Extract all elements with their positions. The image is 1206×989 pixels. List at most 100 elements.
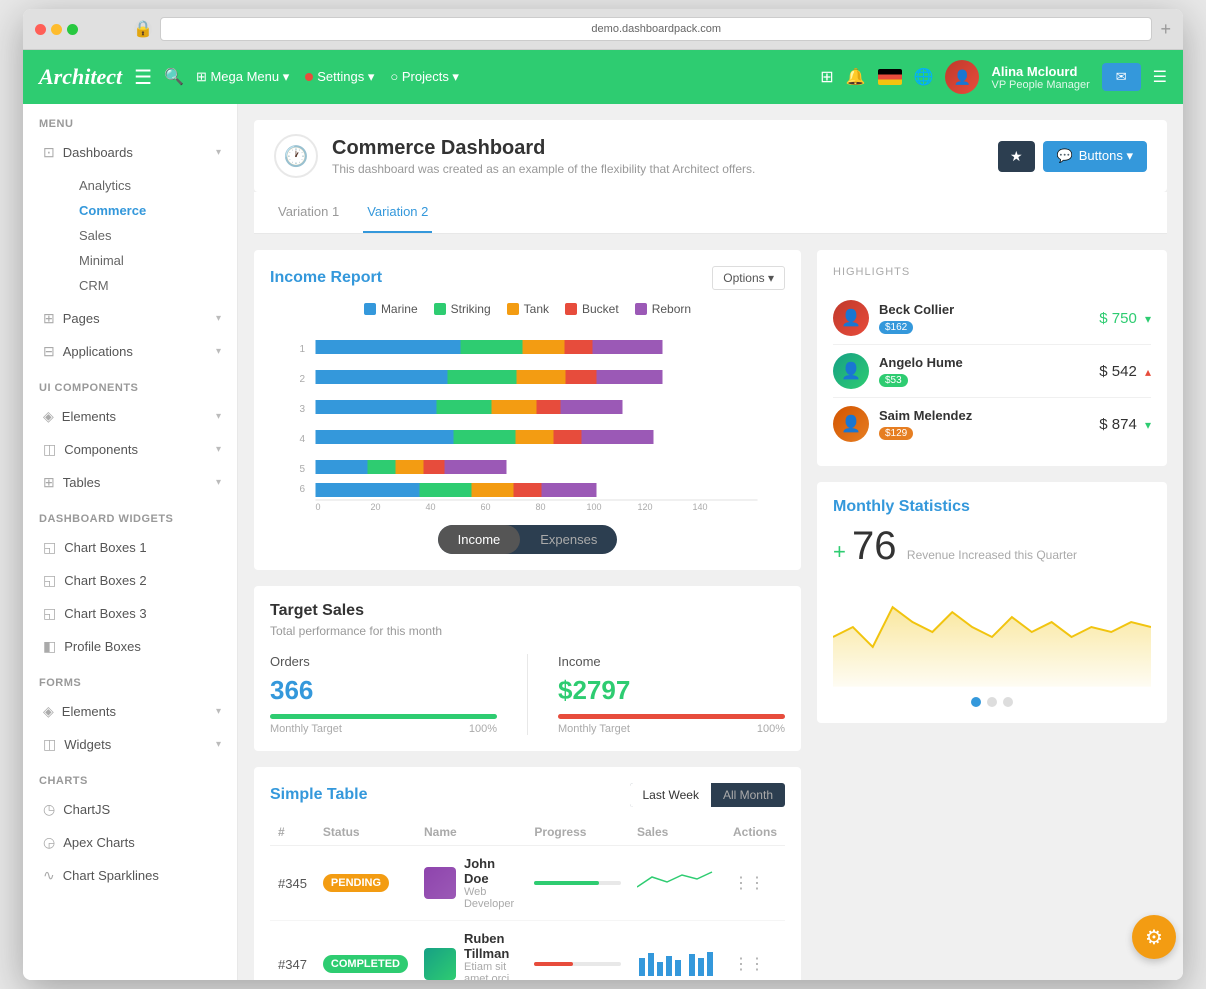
search-icon[interactable]: 🔍 [164,67,184,87]
flag-icon[interactable] [878,69,902,85]
person-role: Web Developer [464,886,518,910]
bell-icon[interactable]: 🔔 [846,67,866,87]
sidebar-item-elements[interactable]: ◈ Elements ▾ [23,400,237,433]
sidebar-item-form-elements[interactable]: ◈ Elements ▾ [23,695,237,728]
sidebar-item-profile-boxes[interactable]: ◧ Profile Boxes [23,630,237,663]
hamburger-menu[interactable]: ☰ [134,65,152,90]
beck-name: Beck Collier [879,302,954,317]
income-toggle-btn[interactable]: Income [438,525,521,554]
legend-label-marine: Marine [381,302,418,316]
monthly-stats-number-row: + 76 Revenue Increased this Quarter [833,524,1151,569]
income-label: Income [558,654,785,669]
row-actions[interactable]: ⋮⋮ [725,846,785,921]
sidebar-item-apex-charts[interactable]: ◶ Apex Charts [23,826,237,859]
analytics-sub-item[interactable]: Analytics [67,173,237,198]
beck-trend-icon: ▾ [1145,312,1151,326]
expenses-toggle-btn[interactable]: Expenses [520,525,617,554]
buttons-dropdown[interactable]: 💬 Buttons ▾ [1043,141,1147,172]
chevron-icon: ▾ [216,147,221,158]
legend-reborn: Reborn [635,302,691,316]
orders-label: Orders [270,654,497,669]
sidebar: MENU ⊡ Dashboards ▾ Analytics Commerce S… [23,104,238,980]
settings-item[interactable]: Settings ▾ [305,69,374,85]
minimal-sub-item[interactable]: Minimal [67,248,237,273]
top-nav: Architect ☰ 🔍 ⊞ Mega Menu ▾ Settings ▾ ○… [23,50,1183,104]
sidebar-item-components[interactable]: ◫ Components ▾ [23,433,237,466]
commerce-sub-item[interactable]: Commerce [67,198,237,223]
buttons-label: Buttons ▾ [1079,148,1133,164]
close-dot[interactable] [35,24,46,35]
nav-action-button[interactable]: ✉ [1102,63,1141,91]
income-value: $2797 [558,675,785,706]
sidebar-item-chart-boxes-1[interactable]: ◱ Chart Boxes 1 [23,531,237,564]
minimize-dot[interactable] [51,24,62,35]
highlights-title: HIGHLIGHTS [833,266,1151,278]
orders-progress-fill [270,714,497,719]
sidebar-item-tables[interactable]: ⊞ Tables ▾ [23,466,237,499]
person-avatar [424,867,456,899]
carousel-dot-3[interactable] [1003,697,1013,707]
sidebar-item-chart-boxes-3[interactable]: ◱ Chart Boxes 3 [23,597,237,630]
tabs-row: Variation 1 Variation 2 [254,192,1167,234]
last-week-filter[interactable]: Last Week [630,783,710,807]
new-tab-button[interactable]: + [1160,19,1171,40]
settings-alert-dot [305,73,313,81]
progress-fill [534,962,573,966]
sidebar-item-chart-boxes-2[interactable]: ◱ Chart Boxes 2 [23,564,237,597]
angelo-amount: $ 542 ▴ [1099,363,1151,380]
svg-text:60: 60 [481,502,491,510]
saim-avatar: 👤 [833,406,869,442]
nav-more-icon[interactable]: ☰ [1153,67,1167,87]
tab-variation-2[interactable]: Variation 2 [363,192,432,233]
globe-icon[interactable]: 🌐 [914,67,934,87]
sparklines-icon: ∿ [43,867,55,884]
progress-fill [534,881,599,885]
all-month-filter[interactable]: All Month [711,783,785,807]
row-sales [629,921,725,981]
tab-variation-1[interactable]: Variation 1 [274,192,343,233]
row-actions[interactable]: ⋮⋮ [725,921,785,981]
row-sales [629,846,725,921]
chart-legend: Marine Striking Tank [270,302,785,316]
col-progress: Progress [526,819,629,846]
person-cell: John Doe Web Developer [424,856,518,910]
nav-items: ⊞ Mega Menu ▾ Settings ▾ ○ Projects ▾ [196,69,808,85]
sidebar-item-dashboards[interactable]: ⊡ Dashboards ▾ [23,136,237,169]
highlights-card: HIGHLIGHTS 👤 Beck Collier $162 $ 750 ▾ [817,250,1167,466]
income-title: Income Report [270,269,382,287]
mega-menu-item[interactable]: ⊞ Mega Menu ▾ [196,69,289,85]
svg-text:3: 3 [300,404,306,415]
crm-sub-item[interactable]: CRM [67,273,237,298]
table-filter: Last Week All Month [630,783,785,807]
header-text: Commerce Dashboard This dashboard was cr… [332,137,755,176]
apex-charts-icon: ◶ [43,834,55,851]
two-col-layout: Income Report Options ▾ Marine [254,250,1167,980]
col-id: # [270,819,315,846]
row-id: #345 [270,846,315,921]
sidebar-item-widgets[interactable]: ◫ Widgets ▾ [23,728,237,761]
sidebar-item-chartjs[interactable]: ◷ ChartJS [23,793,237,826]
star-button[interactable]: ★ [998,141,1035,172]
legend-label-bucket: Bucket [582,302,619,316]
orders-monthly-target: Monthly Target [270,723,342,735]
options-button[interactable]: Options ▾ [712,266,785,290]
highlight-row-beck: 👤 Beck Collier $162 $ 750 ▾ [833,292,1151,345]
legend-label-striking: Striking [451,302,491,316]
projects-item[interactable]: ○ Projects ▾ [390,69,459,85]
grid-icon[interactable]: ⊞ [820,67,833,87]
svg-text:120: 120 [638,502,653,510]
components-chevron: ▾ [216,444,221,455]
sidebar-label-chart-boxes-1: Chart Boxes 1 [64,540,146,555]
sidebar-item-sparklines[interactable]: ∿ Chart Sparklines [23,859,237,892]
carousel-dot-2[interactable] [987,697,997,707]
sidebar-item-applications[interactable]: ⊟ Applications ▾ [23,335,237,368]
sales-sub-item[interactable]: Sales [67,223,237,248]
gear-fab-button[interactable]: ⚙ [1132,915,1176,959]
url-bar[interactable]: demo.dashboardpack.com [160,17,1152,41]
angelo-name: Angelo Hume [879,355,963,370]
sidebar-item-pages[interactable]: ⊞ Pages ▾ [23,302,237,335]
user-name: Alina Mclourd [991,64,1089,79]
user-avatar[interactable]: 👤 [945,60,979,94]
maximize-dot[interactable] [67,24,78,35]
carousel-dot-1[interactable] [971,697,981,707]
